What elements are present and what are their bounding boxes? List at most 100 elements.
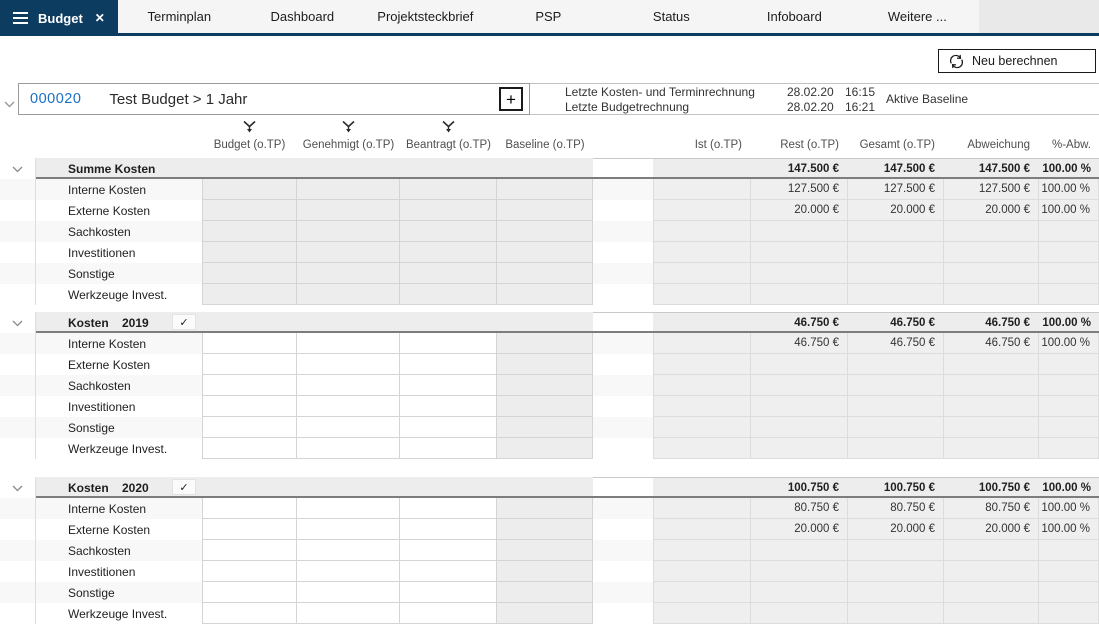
tab-projektsteckbrief[interactable]: Projektsteckbrief (364, 0, 487, 33)
tab-psp[interactable]: PSP (487, 0, 610, 33)
project-collapse-chevron-icon[interactable] (4, 95, 15, 113)
budget-row: Externe Kosten20.000 €20.000 €20.000 €10… (0, 519, 1099, 540)
menu-icon[interactable] (13, 12, 28, 24)
beantragt-cell[interactable] (400, 603, 497, 624)
budget-cell[interactable] (202, 375, 297, 396)
genehmigt-cell[interactable] (297, 540, 400, 561)
abweichung-cell (943, 603, 1038, 624)
beantragt-cell[interactable] (400, 498, 497, 519)
pct-abw-cell (1038, 561, 1099, 582)
tab-dashboard[interactable]: Dashboard (241, 0, 364, 33)
row-label: Sonstige (36, 582, 202, 603)
beantragt-cell[interactable] (400, 582, 497, 603)
budget-row: Externe Kosten (0, 354, 1099, 375)
genehmigt-cell (297, 179, 400, 200)
gap-cell (593, 519, 653, 540)
group-total-gesamt: 100.750 € (847, 477, 943, 498)
row-gutter (0, 498, 36, 519)
budget-cell[interactable] (202, 438, 297, 459)
row-gutter (0, 396, 36, 417)
row-label: Sachkosten (36, 540, 202, 561)
group-total-rest: 46.750 € (750, 312, 847, 333)
tab-status[interactable]: Status (610, 0, 733, 33)
genehmigt-cell[interactable] (297, 417, 400, 438)
group-total-gesamt: 147.500 € (847, 158, 943, 179)
close-icon[interactable]: ✕ (95, 11, 105, 25)
genehmigt-cell[interactable] (297, 333, 400, 354)
ist-cell (653, 561, 750, 582)
budget-table: Summe Kosten147.500 €147.500 €147.500 €1… (0, 158, 1099, 624)
budget-row: Sonstige (0, 263, 1099, 284)
budget-cell[interactable] (202, 354, 297, 375)
genehmigt-cell[interactable] (297, 561, 400, 582)
tab-bar: Budget ✕ TerminplanDashboardProjektsteck… (0, 0, 1099, 36)
baseline-cell (497, 263, 593, 284)
genehmigt-cell (297, 221, 400, 242)
filter-icon[interactable] (202, 118, 297, 135)
baseline-cell (497, 519, 593, 540)
genehmigt-cell[interactable] (297, 603, 400, 624)
group-total-ist (653, 158, 750, 179)
gesamt-cell (847, 221, 943, 242)
collapse-chevron-icon[interactable] (12, 479, 23, 497)
genehmigt-cell[interactable] (297, 396, 400, 417)
budget-group-row: Kosten2020✓100.750 €100.750 €100.750 €10… (0, 477, 1099, 498)
beantragt-cell[interactable] (400, 333, 497, 354)
budget-cell[interactable] (202, 396, 297, 417)
beantragt-cell[interactable] (400, 354, 497, 375)
ist-cell (653, 438, 750, 459)
calc-info-row: Letzte Budgetrechnung 28.02.20 16:21 (565, 99, 887, 114)
abweichung-cell (943, 354, 1038, 375)
baseline-cell (497, 242, 593, 263)
budget-cell[interactable] (202, 417, 297, 438)
recalculate-button[interactable]: Neu berechnen (938, 49, 1096, 73)
budget-cell[interactable] (202, 582, 297, 603)
add-button[interactable]: + (499, 87, 523, 111)
rest-cell (750, 375, 847, 396)
genehmigt-cell[interactable] (297, 582, 400, 603)
row-gutter (0, 375, 36, 396)
baseline-checkbox[interactable]: ✓ (172, 314, 196, 330)
genehmigt-cell[interactable] (297, 498, 400, 519)
budget-cell[interactable] (202, 498, 297, 519)
genehmigt-cell[interactable] (297, 375, 400, 396)
collapse-chevron-icon[interactable] (12, 314, 23, 332)
row-gutter (0, 561, 36, 582)
section-gap (0, 459, 1099, 477)
beantragt-cell[interactable] (400, 417, 497, 438)
tab-weitere[interactable]: Weitere ... (856, 0, 979, 33)
calc-info: Letzte Kosten- und Terminrechnung 28.02.… (565, 84, 887, 114)
ist-cell (653, 375, 750, 396)
genehmigt-cell[interactable] (297, 519, 400, 540)
baseline-cell (497, 396, 593, 417)
budget-cell[interactable] (202, 333, 297, 354)
beantragt-cell[interactable] (400, 540, 497, 561)
budget-row: Sonstige (0, 582, 1099, 603)
beantragt-cell[interactable] (400, 519, 497, 540)
baseline-cell (497, 221, 593, 242)
genehmigt-cell[interactable] (297, 438, 400, 459)
baseline-cell (497, 540, 593, 561)
budget-cell[interactable] (202, 540, 297, 561)
beantragt-cell[interactable] (400, 561, 497, 582)
row-label: Sachkosten (36, 375, 202, 396)
beantragt-cell[interactable] (400, 438, 497, 459)
tab-budget-active[interactable]: Budget ✕ (0, 0, 118, 36)
column-header-ist: Ist (o.TP) (653, 135, 750, 155)
budget-cell[interactable] (202, 603, 297, 624)
collapse-chevron-icon[interactable] (12, 160, 23, 178)
tab-infoboard[interactable]: Infoboard (733, 0, 856, 33)
beantragt-cell[interactable] (400, 396, 497, 417)
budget-cell[interactable] (202, 519, 297, 540)
budget-row: Sachkosten (0, 375, 1099, 396)
row-gutter (0, 263, 36, 284)
tab-terminplan[interactable]: Terminplan (118, 0, 241, 33)
pct-abw-cell (1038, 284, 1099, 305)
project-header: 000020 Test Budget > 1 Jahr + Letzte Kos… (0, 83, 1099, 115)
baseline-checkbox[interactable]: ✓ (172, 479, 196, 495)
genehmigt-cell[interactable] (297, 354, 400, 375)
beantragt-cell[interactable] (400, 375, 497, 396)
filter-icon[interactable] (297, 118, 400, 135)
budget-cell[interactable] (202, 561, 297, 582)
filter-icon[interactable] (400, 118, 497, 135)
